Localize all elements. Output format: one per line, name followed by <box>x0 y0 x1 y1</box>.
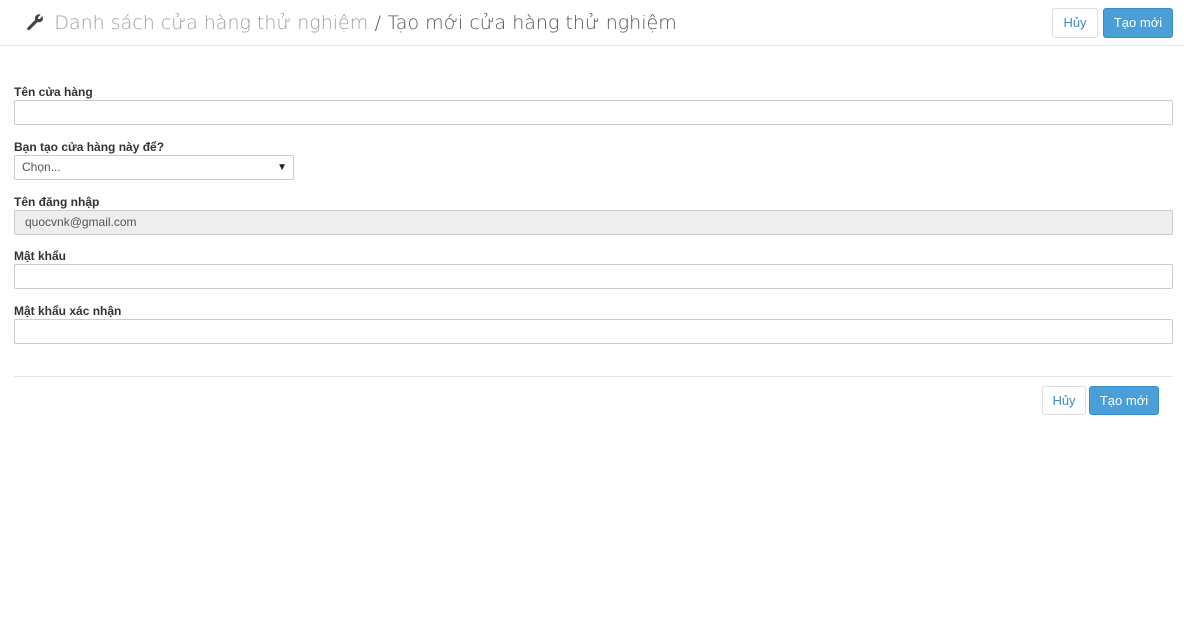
footer-cancel-button[interactable]: Hủy <box>1042 386 1086 415</box>
breadcrumb-parent-link[interactable]: Danh sách cửa hàng thử nghiệm <box>54 12 368 34</box>
footer-create-button[interactable]: Tạo mới <box>1089 386 1159 415</box>
password-confirm-label: Mật khẩu xác nhận <box>14 304 122 318</box>
username-label: Tên đăng nhập <box>14 195 100 209</box>
header-create-button[interactable]: Tạo mới <box>1103 8 1173 38</box>
breadcrumb: Danh sách cửa hàng thử nghiệm / Tạo mới … <box>26 10 677 35</box>
breadcrumb-current: Tạo mới cửa hàng thử nghiệm <box>387 12 677 34</box>
password-label: Mật khẩu <box>14 249 67 263</box>
breadcrumb-separator: / <box>374 12 381 34</box>
password-input[interactable] <box>14 264 1173 289</box>
password-confirm-input[interactable] <box>14 319 1173 344</box>
purpose-select-value: Chọn... <box>22 160 61 174</box>
wrench-icon <box>26 12 44 31</box>
form-divider <box>14 376 1173 377</box>
caret-down-icon: ▼ <box>277 162 287 173</box>
header-cancel-button[interactable]: Hủy <box>1052 8 1098 38</box>
purpose-label: Bạn tạo cửa hàng này để? <box>14 140 165 154</box>
purpose-select[interactable]: Chọn... ▼ <box>14 155 294 180</box>
top-bar: Danh sách cửa hàng thử nghiệm / Tạo mới … <box>0 0 1184 46</box>
username-input: quocvnk@gmail.com <box>14 210 1173 235</box>
store-name-input[interactable] <box>14 100 1173 125</box>
store-name-label: Tên cửa hàng <box>14 85 93 99</box>
